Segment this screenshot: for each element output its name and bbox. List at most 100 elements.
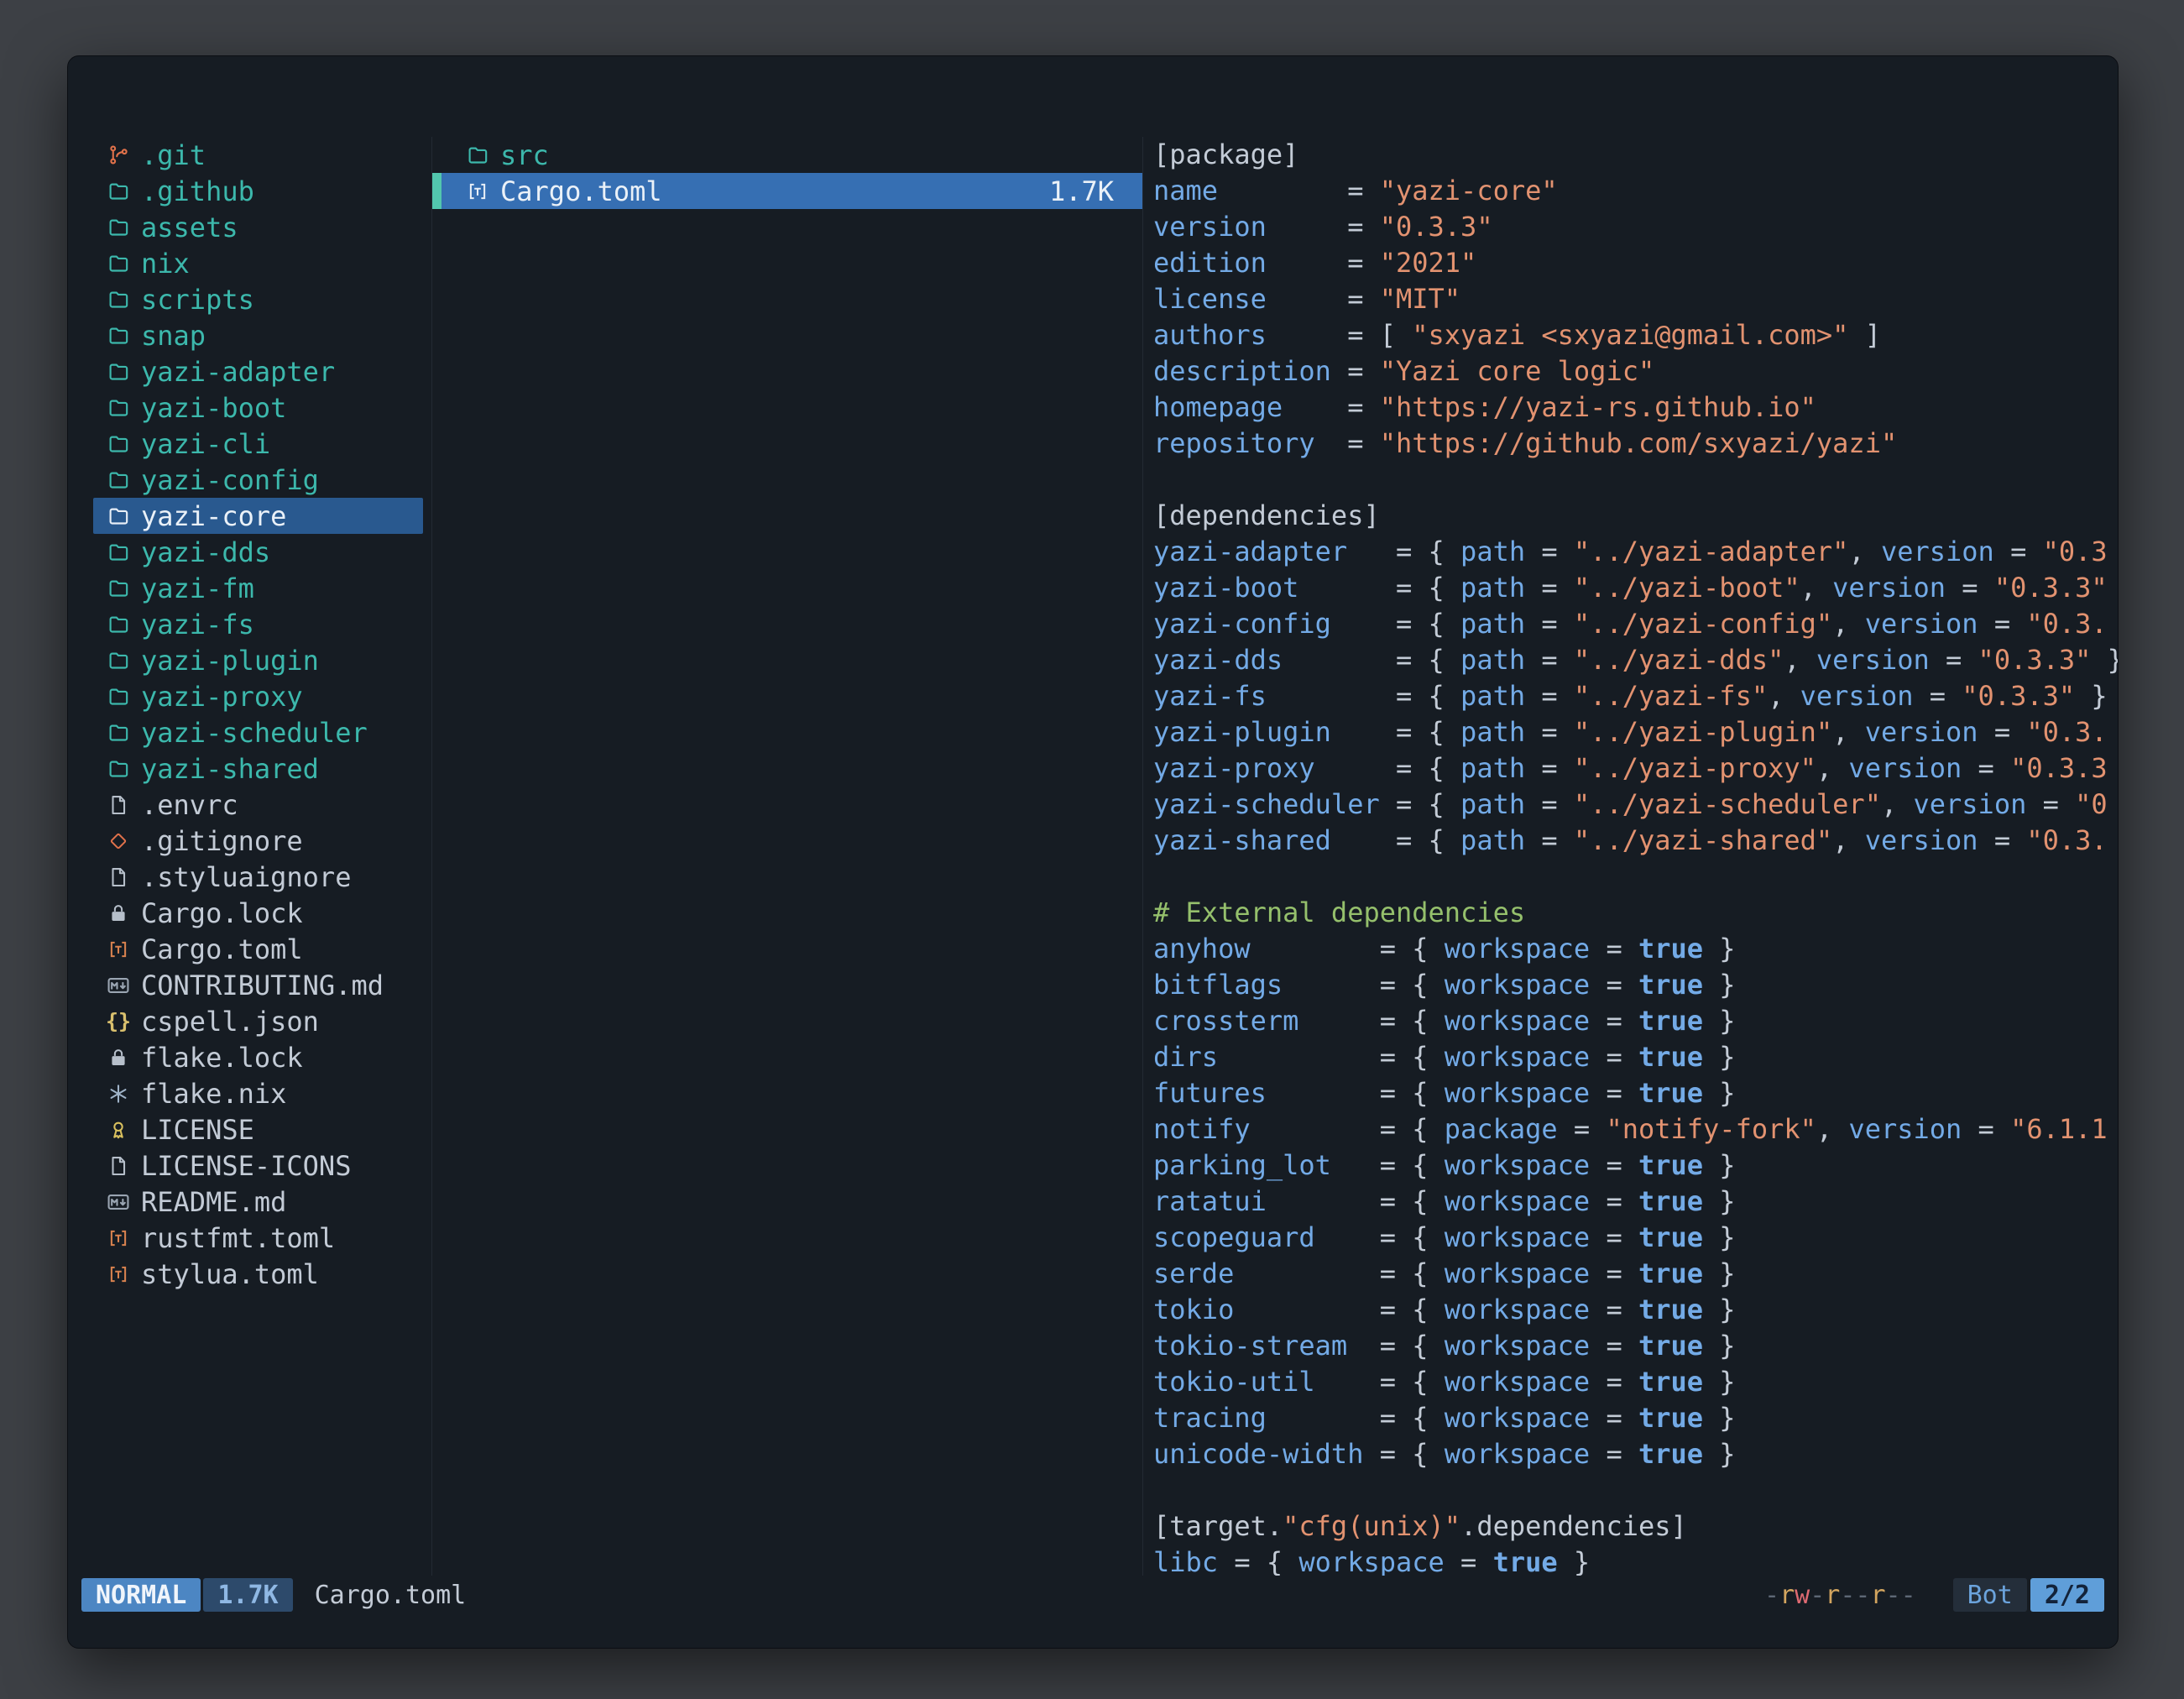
file-name: yazi-adapter	[141, 356, 335, 388]
file-row[interactable]: yazi-fs	[93, 606, 423, 642]
preview-line	[1153, 859, 2118, 895]
file-row[interactable]: .envrc	[93, 787, 423, 823]
file-row[interactable]: scripts	[93, 281, 423, 317]
folder-icon	[102, 714, 135, 750]
file-icon	[102, 1147, 135, 1184]
preview-line: repository = "https://github.com/sxyazi/…	[1153, 426, 2118, 462]
preview-line: dirs = { workspace = true }	[1153, 1039, 2118, 1075]
file-row[interactable]: flake.lock	[93, 1039, 423, 1075]
preview-line	[1153, 462, 2118, 498]
preview-line: notify = { package = "notify-fork", vers…	[1153, 1111, 2118, 1147]
preview-line: [dependencies]	[1153, 498, 2118, 534]
file-name: nix	[141, 248, 190, 280]
file-row[interactable]: yazi-dds	[93, 534, 423, 570]
file-row[interactable]: {}cspell.json	[93, 1003, 423, 1039]
file-row[interactable]: yazi-fm	[93, 570, 423, 606]
file-row[interactable]: yazi-config	[93, 462, 423, 498]
parent-directory-pane: .git.githubassetsnixscriptssnapyazi-adap…	[68, 137, 432, 1576]
file-name: Cargo.toml	[141, 933, 303, 965]
folder-icon	[102, 642, 135, 678]
file-row[interactable]: Cargo.toml	[93, 931, 423, 967]
file-icon	[102, 787, 135, 823]
gitignore-icon	[102, 823, 135, 859]
preview-line: yazi-adapter = { path = "../yazi-adapter…	[1153, 534, 2118, 570]
preview-line: [target."cfg(unix)".dependencies]	[1153, 1508, 2118, 1545]
file-name: cspell.json	[141, 1006, 319, 1038]
preview-line: bitflags = { workspace = true }	[1153, 967, 2118, 1003]
file-row[interactable]: .git	[93, 137, 423, 173]
file-row[interactable]: yazi-proxy	[93, 678, 423, 714]
preview-line: yazi-proxy = { path = "../yazi-proxy", v…	[1153, 750, 2118, 787]
file-row[interactable]: snap	[93, 317, 423, 353]
preview-line: authors = [ "sxyazi <sxyazi@gmail.com>" …	[1153, 317, 2118, 353]
mode-indicator: NORMAL	[81, 1578, 201, 1612]
file-row[interactable]: yazi-plugin	[93, 642, 423, 678]
file-row[interactable]: .github	[93, 173, 423, 209]
file-name: README.md	[141, 1186, 286, 1218]
file-row[interactable]: .styluaignore	[93, 859, 423, 895]
file-name: yazi-shared	[141, 753, 319, 785]
preview-line: tokio = { workspace = true }	[1153, 1292, 2118, 1328]
file-permissions: -rw-r--r--	[1764, 1581, 1916, 1610]
file-row[interactable]: CONTRIBUTING.md	[93, 967, 423, 1003]
file-row[interactable]: yazi-adapter	[93, 353, 423, 389]
file-row[interactable]: rustfmt.toml	[93, 1220, 423, 1256]
file-name: .github	[141, 175, 254, 207]
preview-line: parking_lot = { workspace = true }	[1153, 1147, 2118, 1184]
file-size-badge: 1.7K	[203, 1578, 292, 1612]
file-name: rustfmt.toml	[141, 1222, 335, 1254]
file-name: .envrc	[141, 789, 238, 821]
folder-icon	[102, 317, 135, 353]
file-row[interactable]: Cargo.toml 1.7K	[432, 173, 1142, 209]
file-row[interactable]: flake.nix	[93, 1075, 423, 1111]
file-name: yazi-scheduler	[141, 717, 368, 749]
file-name: .styluaignore	[141, 861, 351, 893]
file-name: flake.nix	[141, 1078, 286, 1110]
folder-icon	[102, 606, 135, 642]
file-name: yazi-plugin	[141, 645, 319, 677]
preview-line: license = "MIT"	[1153, 281, 2118, 317]
file-preview-pane: [package]name = "yazi-core"version = "0.…	[1143, 137, 2118, 1576]
file-row[interactable]: README.md	[93, 1184, 423, 1220]
file-size: 1.7K	[1049, 175, 1114, 207]
file-row[interactable]: yazi-cli	[93, 426, 423, 462]
file-row[interactable]: src	[432, 137, 1142, 173]
preview-line: edition = "2021"	[1153, 245, 2118, 281]
preview-line: libc = { workspace = true }	[1153, 1545, 2118, 1576]
file-row[interactable]: LICENSE-ICONS	[93, 1147, 423, 1184]
preview-line: anyhow = { workspace = true }	[1153, 931, 2118, 967]
folder-icon	[102, 750, 135, 787]
file-name: Cargo.toml	[500, 175, 662, 207]
file-name: .gitignore	[141, 825, 303, 857]
file-row[interactable]: Cargo.lock	[93, 895, 423, 931]
folder-icon	[102, 678, 135, 714]
file-row[interactable]: yazi-scheduler	[93, 714, 423, 750]
status-bar: NORMAL 1.7K Cargo.toml -rw-r--r-- Bot 2/…	[81, 1577, 2104, 1613]
preview-line: tokio-stream = { workspace = true }	[1153, 1328, 2118, 1364]
lock-icon	[102, 1039, 135, 1075]
file-row[interactable]: stylua.toml	[93, 1256, 423, 1292]
preview-line: tokio-util = { workspace = true }	[1153, 1364, 2118, 1400]
preview-line: crossterm = { workspace = true }	[1153, 1003, 2118, 1039]
file-name: yazi-config	[141, 464, 319, 496]
toml-icon	[102, 1220, 135, 1256]
file-row[interactable]: LICENSE	[93, 1111, 423, 1147]
file-name: yazi-boot	[141, 392, 286, 424]
file-row[interactable]: yazi-core	[93, 498, 423, 534]
folder-icon	[102, 245, 135, 281]
toml-icon	[102, 1256, 135, 1292]
file-name: flake.lock	[141, 1042, 303, 1074]
file-row[interactable]: yazi-boot	[93, 389, 423, 426]
preview-line: yazi-shared = { path = "../yazi-shared",…	[1153, 823, 2118, 859]
preview-line: [package]	[1153, 137, 2118, 173]
folder-icon	[102, 281, 135, 317]
file-row[interactable]: .gitignore	[93, 823, 423, 859]
file-row[interactable]: nix	[93, 245, 423, 281]
file-row[interactable]: assets	[93, 209, 423, 245]
file-name: src	[500, 139, 549, 171]
preview-line: yazi-config = { path = "../yazi-config",…	[1153, 606, 2118, 642]
nix-icon	[102, 1075, 135, 1111]
preview-line: name = "yazi-core"	[1153, 173, 2118, 209]
file-row[interactable]: yazi-shared	[93, 750, 423, 787]
folder-icon	[102, 389, 135, 426]
